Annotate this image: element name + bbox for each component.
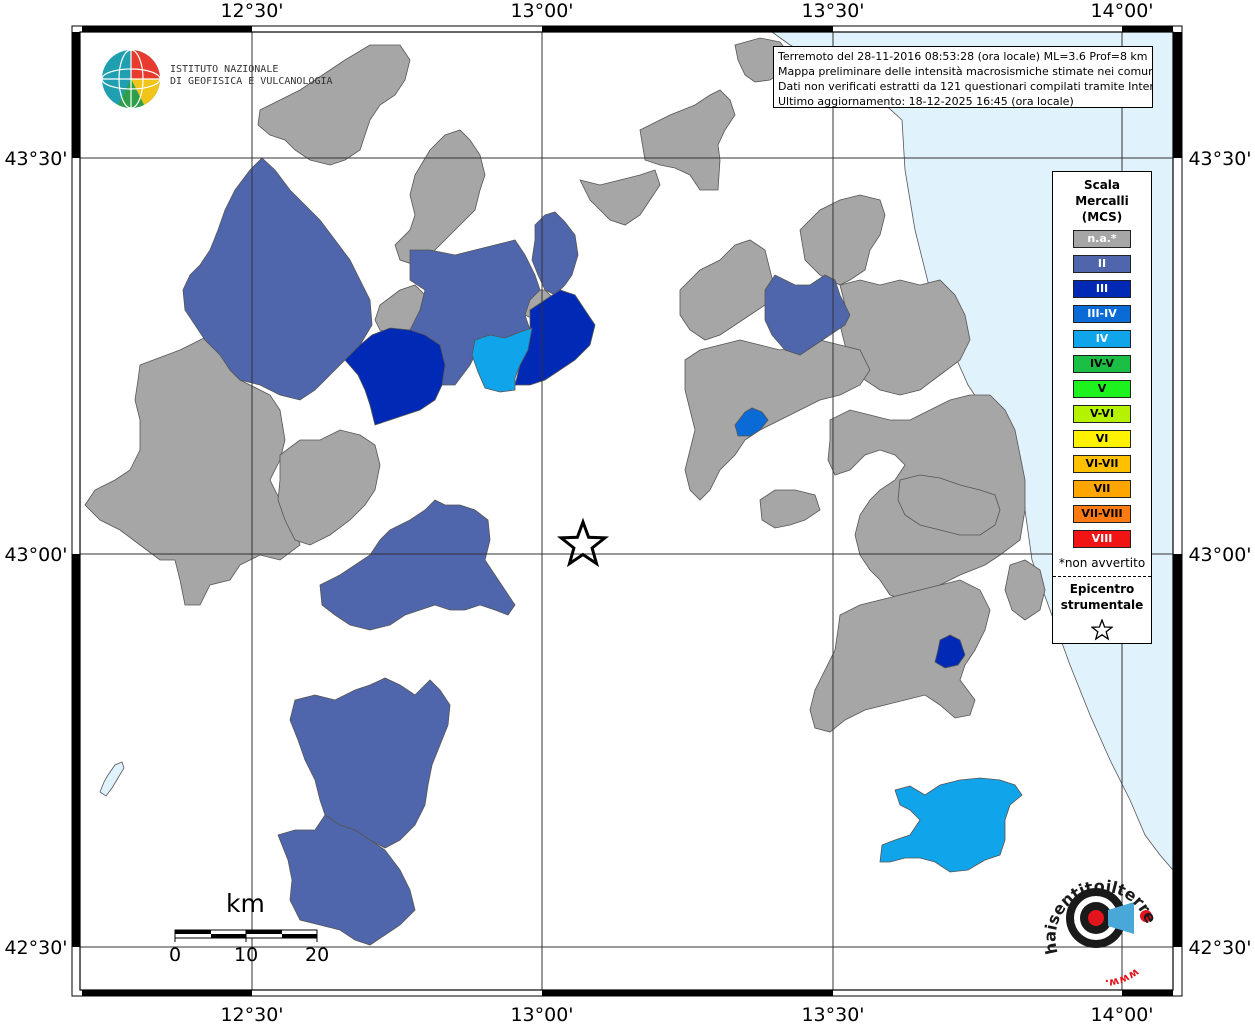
svg-text:www.: www. <box>1104 966 1141 988</box>
event-info-line: Terremoto del 28-11-2016 08:53:28 (ora l… <box>778 50 1148 63</box>
ingv-logo: ISTITUTO NAZIONALE DI GEOFISICA E VULCAN… <box>100 48 333 110</box>
legend-item: VIII <box>1073 530 1131 548</box>
lat-tick-left: 43°30' <box>4 148 67 170</box>
event-info-line: Ultimo aggiornamento: 18-12-2025 16:45 (… <box>778 95 1074 108</box>
scale-label: 20 <box>305 944 330 966</box>
legend-title-line: Scala <box>1083 178 1121 192</box>
lon-tick-top: 12°30' <box>220 0 283 22</box>
legend-item: III <box>1073 280 1131 298</box>
lat-tick-right: 43°30' <box>1188 148 1251 170</box>
legend-note: *non avvertito <box>1058 556 1146 570</box>
legend-item: VII-VIII <box>1073 505 1131 523</box>
legend-item: III-IV <box>1073 305 1131 323</box>
legend-item: V-VI <box>1073 405 1131 423</box>
event-info-line: Dati non verificati estratti da 121 ques… <box>778 80 1153 93</box>
ingv-globe-icon <box>101 49 161 109</box>
haisentito-www: www. <box>1104 966 1141 988</box>
scale-unit: km <box>226 889 265 918</box>
event-info-line: Mappa preliminare delle intensità macros… <box>778 65 1153 78</box>
ingv-name: ISTITUTO NAZIONALE DI GEOFISICA E VULCAN… <box>170 64 333 88</box>
haisentito-logo: haisentitoilterremoto.it www. <box>1036 858 1161 988</box>
lon-tick-bottom: 12°30' <box>220 1004 283 1024</box>
legend-item: IV <box>1073 330 1131 348</box>
lon-tick-top: 13°00' <box>510 0 573 22</box>
scale-label: 0 <box>169 944 182 966</box>
ingv-name-line2: DI GEOFISICA E VULCANOLOGIA <box>170 76 333 87</box>
intensity-legend: Scala Mercalli (MCS) n.a.* II III III-IV IV I… <box>1052 171 1152 644</box>
legend-item: V <box>1073 380 1131 398</box>
legend-item: VII <box>1073 480 1131 498</box>
legend-title: Scala Mercalli (MCS) <box>1053 177 1151 225</box>
legend-star-icon <box>1053 618 1151 645</box>
legend-item: II <box>1073 255 1131 273</box>
legend-item: IV-V <box>1073 355 1131 373</box>
legend-title-line: Mercalli <box>1075 194 1129 208</box>
legend-epicenter-line: Epicentro <box>1069 582 1135 596</box>
legend-items: n.a.* II III III-IV IV IV-V V V-VI VI VI-VII VII VI… <box>1053 230 1151 548</box>
lon-tick-bottom: 14°00' <box>1090 1004 1153 1024</box>
lat-tick-left: 43°00' <box>4 544 67 566</box>
lon-tick-bottom: 13°30' <box>801 1004 864 1024</box>
legend-item: VI <box>1073 430 1131 448</box>
legend-item: VI-VII <box>1073 455 1131 473</box>
lat-tick-left: 42°30' <box>4 937 67 959</box>
legend-epicenter-line: strumentale <box>1060 598 1144 612</box>
lat-tick-right: 43°00' <box>1188 544 1251 566</box>
event-info-box: Terremoto del 28-11-2016 08:53:28 (ora l… <box>773 46 1153 108</box>
legend-title-line: (MCS) <box>1081 210 1123 224</box>
scale-label: 10 <box>234 944 259 966</box>
legend-item: n.a.* <box>1073 230 1131 248</box>
lon-tick-top: 13°30' <box>801 0 864 22</box>
legend-separator <box>1053 576 1151 577</box>
lat-tick-right: 42°30' <box>1188 937 1251 959</box>
legend-epicenter-label: Epicentro strumentale <box>1053 581 1151 613</box>
lon-tick-bottom: 13°00' <box>510 1004 573 1024</box>
ingv-name-line1: ISTITUTO NAZIONALE <box>170 64 279 75</box>
lon-tick-top: 14°00' <box>1090 0 1153 22</box>
